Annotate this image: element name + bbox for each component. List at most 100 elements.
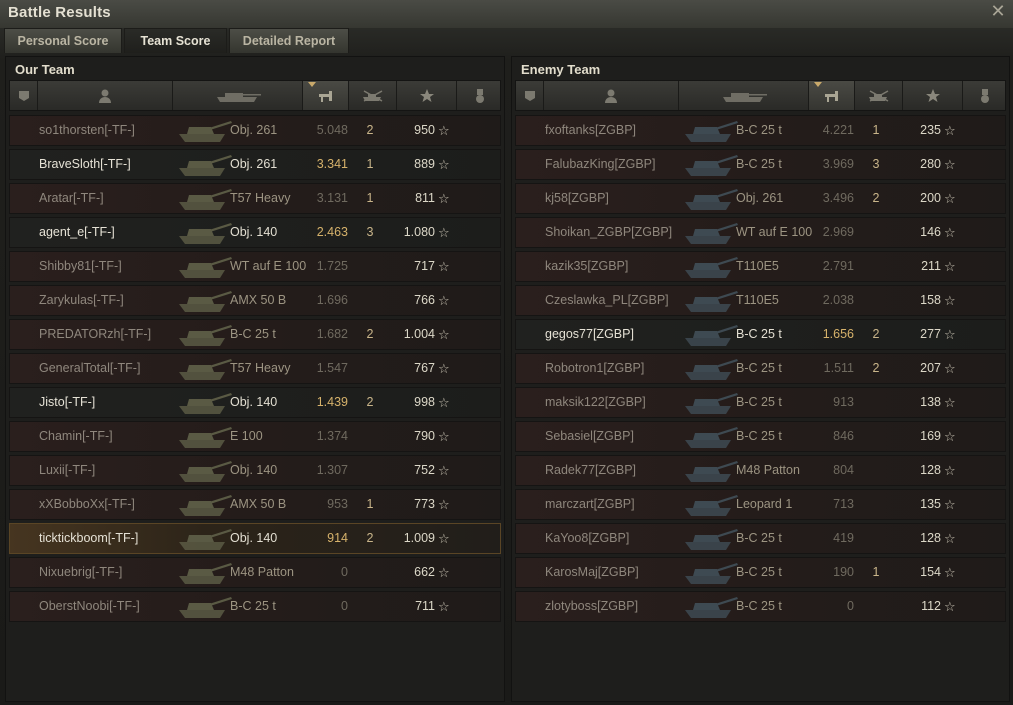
our-team-rows: so1thorsten[-TF-] Obj. 261 5.048 2 950 ☆ Brave… [9, 115, 501, 625]
star-icon: ☆ [438, 327, 450, 342]
tank-icon [685, 529, 738, 550]
medal-column-header[interactable] [457, 81, 502, 110]
player-row[interactable]: Shibby81[-TF-] WT auf E 100 1.725 717 ☆ [9, 251, 501, 282]
player-name: Shoikan_ZGBP[ZGBP] [545, 225, 673, 239]
tank-name: Obj. 140 [230, 531, 278, 545]
medal-column-header[interactable] [963, 81, 1007, 110]
tank-icon [179, 257, 232, 278]
kills-value: 2 [366, 327, 374, 341]
player-name: Radek77[ZGBP] [545, 463, 637, 477]
player-row[interactable]: Czeslawka_PL[ZGBP] T110E5 2.038 158 ☆ [515, 285, 1006, 316]
player-row[interactable]: maksik122[ZGBP] B-C 25 t 913 138 ☆ [515, 387, 1006, 418]
player-row[interactable]: kj58[ZGBP] Obj. 261 3.496 2 200 ☆ [515, 183, 1006, 214]
player-row[interactable]: fxoftanks[ZGBP] B-C 25 t 4.221 1 235 ☆ [515, 115, 1006, 146]
tank-icon [685, 427, 738, 448]
player-name: so1thorsten[-TF-] [39, 123, 135, 137]
player-row[interactable]: PREDATORzh[-TF-] B-C 25 t 1.682 2 1.004 ☆ [9, 319, 501, 350]
damage-icon [318, 90, 332, 102]
kills-column-header[interactable] [855, 81, 903, 110]
kills-value: 2 [872, 191, 880, 205]
tank-icon [685, 223, 738, 244]
kills-column-header[interactable] [349, 81, 397, 110]
tank-column-header[interactable] [173, 81, 303, 110]
player-row[interactable]: kazik35[ZGBP] T110E5 2.791 211 ☆ [515, 251, 1006, 282]
tank-name: B-C 25 t [736, 327, 782, 341]
player-row[interactable]: ticktickboom[-TF-] Obj. 140 914 2 1.009 ☆ [9, 523, 501, 554]
kills-value: 1 [872, 565, 880, 579]
star-icon: ☆ [944, 225, 956, 240]
player-row[interactable]: Luxii[-TF-] Obj. 140 1.307 752 ☆ [9, 455, 501, 486]
tank-name: AMX 50 B [230, 497, 287, 511]
player-row[interactable]: Radek77[ZGBP] M48 Patton 804 128 ☆ [515, 455, 1006, 486]
damage-column-header[interactable] [303, 81, 349, 110]
squad-icon [524, 90, 535, 101]
kills-value [861, 456, 891, 485]
player-row[interactable]: KaYoo8[ZGBP] B-C 25 t 419 128 ☆ [515, 523, 1006, 554]
star-icon: ☆ [438, 395, 450, 410]
tank-name: Leopard 1 [736, 497, 793, 511]
player-row[interactable]: Nixuebrig[-TF-] M48 Patton 0 662 ☆ [9, 557, 501, 588]
player-row[interactable]: Sebasiel[ZGBP] B-C 25 t 846 169 ☆ [515, 421, 1006, 452]
tank-icon [685, 563, 738, 584]
player-row[interactable]: zlotyboss[ZGBP] B-C 25 t 0 112 ☆ [515, 591, 1006, 622]
player-row[interactable]: agent_e[-TF-] Obj. 140 2.463 3 1.080 ☆ [9, 217, 501, 248]
tank-column-header[interactable] [679, 81, 809, 110]
player-row[interactable]: FalubazKing[ZGBP] B-C 25 t 3.969 3 280 ☆ [515, 149, 1006, 180]
player-name: OberstNoobi[-TF-] [39, 599, 140, 613]
player-row[interactable]: Aratar[-TF-] T57 Heavy 3.131 1 811 ☆ [9, 183, 501, 214]
player-row[interactable]: Shoikan_ZGBP[ZGBP] WT auf E 100 2.969 146 ☆ [515, 217, 1006, 248]
xp-value: 811 [415, 191, 435, 205]
player-column-header[interactable] [38, 81, 173, 110]
star-icon: ☆ [944, 395, 956, 410]
player-column-header[interactable] [544, 81, 679, 110]
player-row[interactable]: marczart[ZGBP] Leopard 1 713 135 ☆ [515, 489, 1006, 520]
star-icon: ☆ [438, 565, 450, 580]
kills-value: 3 [872, 157, 880, 171]
damage-value: 1.439 [316, 395, 348, 409]
player-name: gegos77[ZGBP] [545, 327, 634, 341]
our-team-title: Our Team [15, 62, 75, 77]
squad-column-header[interactable] [10, 81, 38, 110]
tank-name: B-C 25 t [736, 361, 782, 375]
tank-icon [179, 325, 232, 346]
player-row[interactable]: Jisto[-TF-] Obj. 140 1.439 2 998 ☆ [9, 387, 501, 418]
damage-column-header[interactable] [809, 81, 855, 110]
player-row[interactable]: BraveSloth[-TF-] Obj. 261 3.341 1 889 ☆ [9, 149, 501, 180]
player-row[interactable]: OberstNoobi[-TF-] B-C 25 t 0 711 ☆ [9, 591, 501, 622]
player-row[interactable]: so1thorsten[-TF-] Obj. 261 5.048 2 950 ☆ [9, 115, 501, 146]
tab-detailed-report[interactable]: Detailed Report [229, 28, 349, 53]
close-icon[interactable]: ✕ [989, 2, 1007, 20]
player-row[interactable]: GeneralTotal[-TF-] T57 Heavy 1.547 767 ☆ [9, 353, 501, 384]
player-row[interactable]: Robotron1[ZGBP] B-C 25 t 1.511 2 207 ☆ [515, 353, 1006, 384]
player-name: fxoftanks[ZGBP] [545, 123, 637, 137]
kills-value: 2 [366, 531, 374, 545]
xp-column-header[interactable] [903, 81, 963, 110]
player-row[interactable]: Zarykulas[-TF-] AMX 50 B 1.696 766 ☆ [9, 285, 501, 316]
player-row[interactable]: gegos77[ZGBP] B-C 25 t 1.656 2 277 ☆ [515, 319, 1006, 350]
tab-team-score[interactable]: Team Score [124, 28, 227, 53]
tank-icon [685, 461, 738, 482]
damage-value: 0 [847, 599, 854, 613]
tab-personal-score[interactable]: Personal Score [4, 28, 122, 53]
squad-column-header[interactable] [516, 81, 544, 110]
player-row[interactable]: xXBobboXx[-TF-] AMX 50 B 953 1 773 ☆ [9, 489, 501, 520]
battle-results-window: Battle Results ✕ Personal Score Team Sco… [0, 0, 1013, 705]
player-row[interactable]: KarosMaj[ZGBP] B-C 25 t 190 1 154 ☆ [515, 557, 1006, 588]
tank-name: Obj. 140 [230, 395, 278, 409]
xp-column-header[interactable] [397, 81, 457, 110]
player-name: Shibby81[-TF-] [39, 259, 122, 273]
xp-value: 280 [920, 157, 941, 171]
player-name: Luxii[-TF-] [39, 463, 96, 477]
kills-value: 2 [366, 123, 374, 137]
player-row[interactable]: Chamin[-TF-] E 100 1.374 790 ☆ [9, 421, 501, 452]
damage-value: 0 [341, 599, 348, 613]
tank-icon [179, 461, 232, 482]
tank-icon [179, 529, 232, 550]
damage-value: 913 [833, 395, 854, 409]
tank-icon [685, 155, 738, 176]
tank-icon [685, 359, 738, 380]
star-icon: ☆ [944, 361, 956, 376]
damage-value: 2.038 [822, 293, 854, 307]
star-icon: ☆ [944, 293, 956, 308]
enemy-team-title: Enemy Team [521, 62, 601, 77]
